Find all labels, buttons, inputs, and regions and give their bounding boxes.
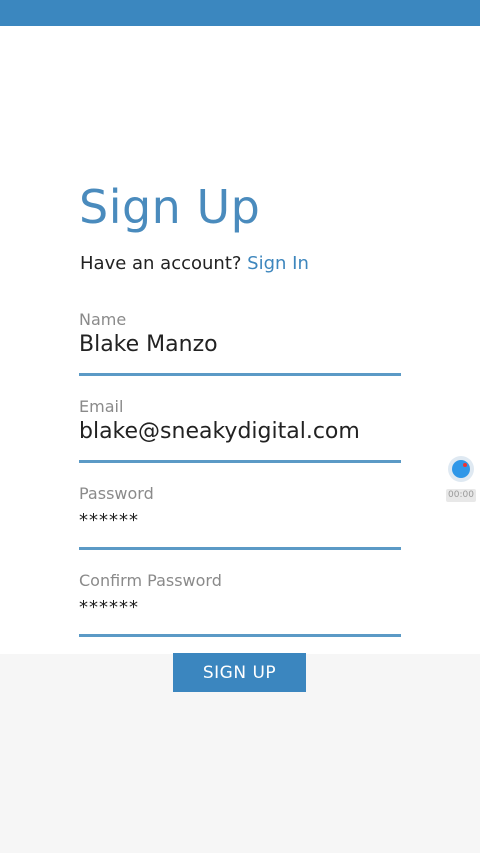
name-label: Name [79,310,127,329]
email-input[interactable]: blake@sneakydigital.com [79,419,360,444]
name-underline [79,373,401,376]
email-label: Email [79,397,124,416]
confirm-password-input[interactable]: ****** [79,597,139,618]
sign-up-button[interactable]: SIGN UP [173,653,306,692]
password-input[interactable]: ****** [79,510,139,531]
password-underline [79,547,401,550]
signin-prompt: Have an account? Sign In [80,253,309,274]
email-underline [79,460,401,463]
confirm-password-label: Confirm Password [79,571,222,590]
page-title: Sign Up [79,180,261,234]
status-bar [0,0,480,26]
screen-recorder-widget[interactable]: 00:00 [446,455,478,505]
form-panel [0,26,480,654]
record-icon[interactable] [448,456,474,482]
name-input[interactable]: Blake Manzo [79,332,218,357]
confirm-password-underline [79,634,401,637]
password-label: Password [79,484,154,503]
signin-link[interactable]: Sign In [247,253,309,274]
recorder-time: 00:00 [446,489,476,502]
signin-prompt-text: Have an account? [80,253,248,274]
